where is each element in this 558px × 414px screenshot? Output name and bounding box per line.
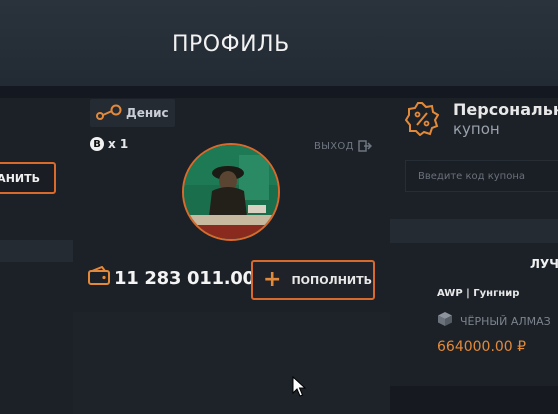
balance: 11 283 011.00 ₽ (88, 265, 273, 290)
topup-label: ПОПОЛНИТЬ (291, 273, 372, 287)
save-button[interactable]: РАНИТЬ (0, 162, 56, 194)
coupon-code-input[interactable] (405, 160, 558, 192)
steam-user-chip[interactable]: Денис (90, 99, 175, 127)
best-drop-label: ЛУЧ (530, 257, 558, 271)
logout-button[interactable]: ВЫХОД (314, 137, 372, 156)
coupon-title: Персональн (453, 100, 558, 119)
right-divider (390, 219, 558, 243)
item-name[interactable]: AWP | Гунгнир (437, 288, 519, 299)
mouse-cursor-icon (292, 375, 307, 402)
page-title: ПРОФИЛЬ (172, 32, 290, 57)
avatar (182, 143, 280, 241)
plus-icon: + (263, 267, 282, 292)
left-divider (0, 240, 73, 262)
coupon-subtitle: купон (453, 120, 500, 138)
topup-button[interactable]: + ПОПОЛНИТЬ (251, 260, 375, 300)
logout-icon (357, 137, 372, 156)
item-price: 664000.00 ₽ (437, 339, 527, 355)
page-header: ПРОФИЛЬ (0, 0, 558, 86)
wallet-icon (88, 265, 112, 290)
badge-count: x 1 (108, 137, 129, 151)
balance-value: 11 283 011.00 ₽ (114, 267, 273, 289)
header-strip (0, 86, 558, 98)
cube-icon (437, 311, 453, 331)
level-badge: B x 1 (90, 137, 128, 151)
item-rarity-label: ЧЁРНЫЙ АЛМАЗ (460, 314, 551, 328)
username: Денис (126, 106, 169, 120)
save-button-label: РАНИТЬ (0, 171, 40, 185)
percent-badge-icon (404, 102, 440, 140)
b-badge-icon: B (90, 137, 104, 151)
logout-label: ВЫХОД (314, 141, 354, 152)
profile-lower-panel (73, 312, 390, 414)
item-rarity: ЧЁРНЫЙ АЛМАЗ (437, 311, 551, 331)
steam-icon (94, 104, 122, 122)
